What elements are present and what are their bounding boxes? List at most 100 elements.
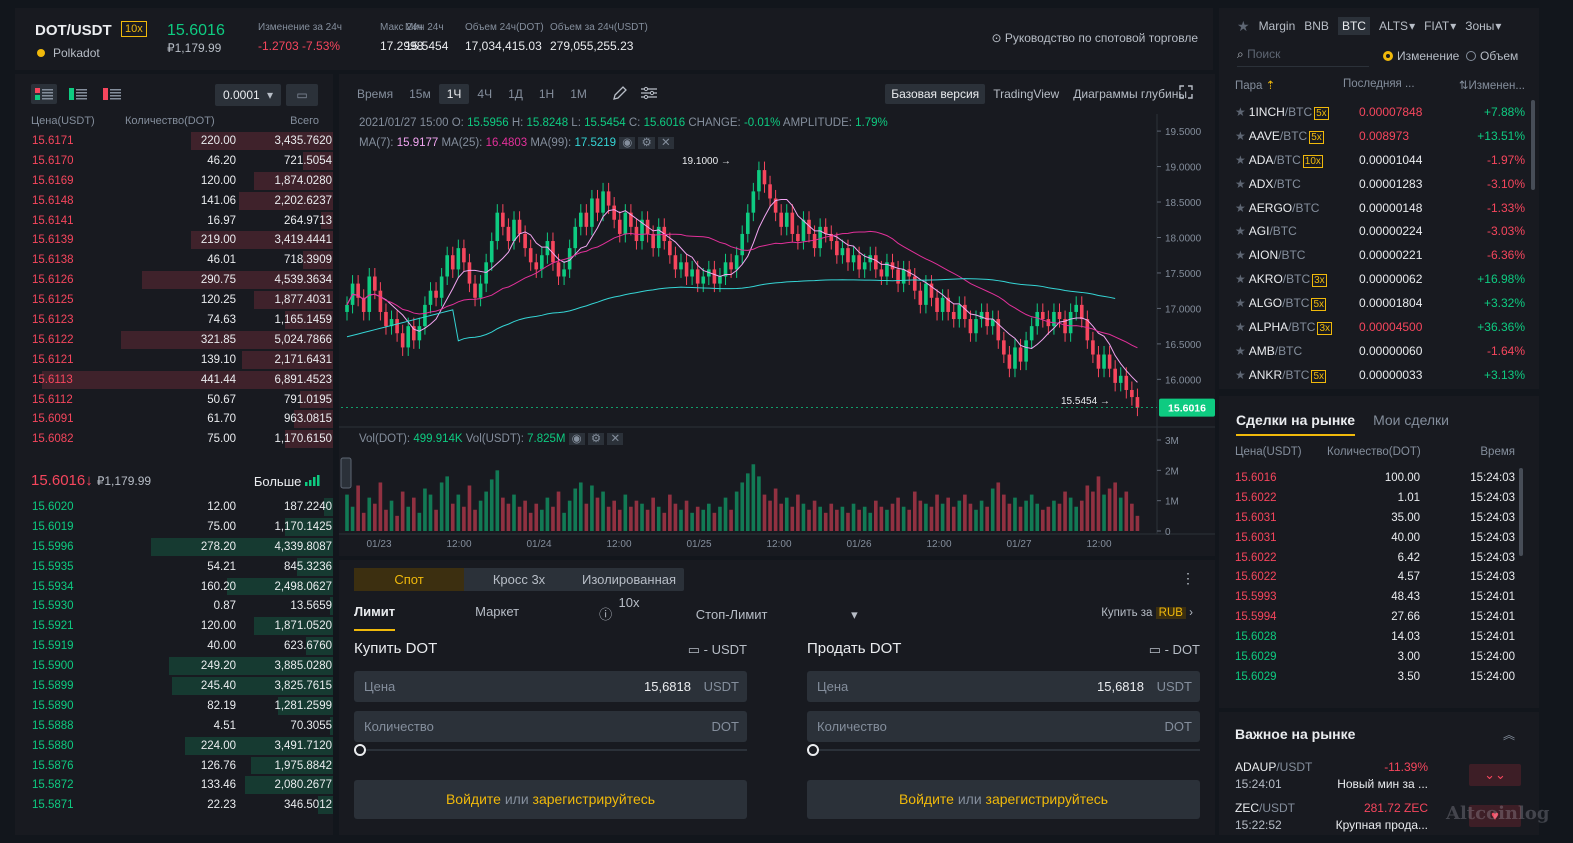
star-icon[interactable]: ★ [1235, 105, 1246, 119]
col-change[interactable]: ⇅Изменен... [1459, 78, 1525, 92]
collapse-icon[interactable]: ︽ [1503, 726, 1515, 743]
ask-row[interactable]: 15.6082 75.00 1,170.6150 [30, 429, 333, 449]
radio-volume[interactable]: Объем [1466, 49, 1518, 63]
ask-row[interactable]: 15.6122 321.85 5,024.7866 [30, 330, 333, 350]
book-both-icon[interactable] [31, 84, 57, 104]
bid-row[interactable]: 15.6019 75.00 1,170.1425 [30, 517, 333, 537]
eye-icon[interactable]: ◉ [619, 137, 636, 149]
market-tab[interactable]: BTC [1337, 17, 1370, 35]
market-row[interactable]: ★ ANKR/BTC 5x 0.00000033 +3.13% [1235, 363, 1525, 387]
star-icon[interactable]: ★ [1235, 224, 1246, 238]
market-tab[interactable]: FIAT [1424, 19, 1449, 33]
sell-login-button[interactable]: Войдите или зарегистрируйтесь [807, 780, 1200, 819]
star-icon[interactable]: ★ [1235, 296, 1246, 310]
bid-row[interactable]: 15.5900 249.20 3,885.0280 [30, 656, 333, 676]
market-row[interactable]: ★ ADA/BTC 10x 0.00001044 -1.97% [1235, 148, 1525, 172]
tab-market-trades[interactable]: Сделки на рынке [1236, 412, 1356, 436]
more-link[interactable]: Больше [254, 474, 321, 489]
spot-guide-link[interactable]: ⊙ Руководство по спотовой торговле [991, 31, 1198, 45]
star-icon[interactable]: ★ [1235, 320, 1246, 334]
market-search-input[interactable]: ⌕ Поиск [1237, 47, 1369, 67]
ask-row[interactable]: 15.6139 219.00 3,419.4441 [30, 230, 333, 250]
book-settings-button[interactable]: ▭ [286, 84, 318, 106]
ask-row[interactable]: 15.6091 61.70 963.0815 [30, 409, 333, 429]
register-link[interactable]: зарегистрируйтесь [986, 791, 1109, 807]
market-row[interactable]: ★ 1INCH/BTC 5x 0.00007848 +7.88% [1235, 100, 1525, 124]
market-row[interactable]: ★ AKRO/BTC 3x 0.00000062 +16.98% [1235, 267, 1525, 291]
more-vertical-icon[interactable]: ⋮ [1181, 570, 1195, 587]
slider-knob[interactable] [354, 744, 366, 756]
bid-row[interactable]: 15.5888 4.51 70.3055 [30, 716, 333, 736]
bid-row[interactable]: 15.5935 54.21 845.3236 [30, 557, 333, 577]
tab-market[interactable]: Маркет [475, 604, 519, 631]
market-row[interactable]: ★ AION/BTC 0.00000221 -6.36% [1235, 243, 1525, 267]
buy-with-rub-link[interactable]: Купить за RUB › [1101, 607, 1193, 619]
ask-row[interactable]: 15.6112 50.67 791.0195 [30, 390, 333, 410]
ask-row[interactable]: 15.6126 290.75 4,539.3634 [30, 270, 333, 290]
bid-row[interactable]: 15.5996 278.20 4,339.8087 [30, 537, 333, 557]
ask-row[interactable]: 15.6125 120.25 1,877.4031 [30, 290, 333, 310]
ask-row[interactable]: 15.6138 46.01 718.3909 [30, 250, 333, 270]
market-row[interactable]: ★ ADX/BTC 0.00001283 -3.10% [1235, 172, 1525, 196]
settings-icon[interactable]: ⚙ [638, 137, 655, 149]
market-row[interactable]: ★ ALPHA/BTC 3x 0.00004500 +36.36% [1235, 315, 1525, 339]
buy-amount-field[interactable]: Количество DOT [354, 711, 747, 742]
market-row[interactable]: ★ AERGO/BTC 0.00000148 -1.33% [1235, 196, 1525, 220]
bid-row[interactable]: 15.5872 133.46 2,080.2677 [30, 775, 333, 795]
star-icon[interactable]: ★ [1235, 344, 1246, 358]
bid-row[interactable]: 15.5921 120.00 1,871.0520 [30, 616, 333, 636]
buy-login-button[interactable]: Войдите или зарегистрируйтесь [354, 780, 747, 819]
tab-cross[interactable]: Кросс 3x [464, 568, 574, 591]
sell-price-field[interactable]: Цена 15,6818 USDT [807, 671, 1200, 702]
market-tab[interactable]: ALTS [1379, 19, 1408, 33]
bid-row[interactable]: 15.5876 126.76 1,975.8842 [30, 756, 333, 776]
bid-row[interactable]: 15.5899 245.40 3,825.7615 [30, 676, 333, 696]
ask-row[interactable]: 15.6121 139.10 2,171.6431 [30, 350, 333, 370]
col-last[interactable]: Последняя ... [1343, 78, 1415, 90]
bid-row[interactable]: 15.5919 40.00 623.6760 [30, 636, 333, 656]
star-icon[interactable]: ★ [1235, 129, 1246, 143]
slider-knob[interactable] [807, 744, 819, 756]
ask-row[interactable]: 15.6171 220.00 3,435.7620 [30, 131, 333, 151]
bid-row[interactable]: 15.5934 160.20 2,498.0627 [30, 577, 333, 597]
coin-name-link[interactable]: Polkadot [37, 46, 100, 60]
ask-row[interactable]: 15.6170 46.20 721.5054 [30, 151, 333, 171]
settings-icon[interactable]: ⚙ [587, 433, 605, 445]
market-tab[interactable]: Зоны [1465, 19, 1494, 33]
ask-row[interactable]: 15.6141 16.97 264.9713 [30, 211, 333, 231]
sell-amount-field[interactable]: Количество DOT [807, 711, 1200, 742]
market-row[interactable]: ★ AMB/BTC 0.00000060 -1.64% [1235, 339, 1525, 363]
star-icon[interactable]: ★ [1235, 177, 1246, 191]
star-icon[interactable]: ★ [1235, 201, 1246, 215]
tab-stop-limit[interactable]: ⓘ Стоп-Лимит ▾ [599, 604, 938, 631]
buy-price-field[interactable]: Цена 15,6818 USDT [354, 671, 747, 702]
star-icon[interactable]: ★ [1235, 248, 1246, 262]
bid-row[interactable]: 15.5890 82.19 1,281.2599 [30, 696, 333, 716]
sell-amount-slider[interactable] [807, 744, 1200, 756]
markets-scrollbar[interactable] [1531, 100, 1535, 190]
bid-row[interactable]: 15.6020 12.00 187.2240 [30, 497, 333, 517]
ask-row[interactable]: 15.6113 441.44 6,891.4523 [30, 370, 333, 390]
bid-row[interactable]: 15.5930 0.87 13.5659 [30, 596, 333, 616]
ask-row[interactable]: 15.6123 74.63 1,165.1459 [30, 310, 333, 330]
star-icon[interactable]: ★ [1237, 18, 1250, 35]
book-bids-icon[interactable] [65, 84, 91, 104]
close-icon[interactable]: ✕ [607, 433, 624, 445]
eye-icon[interactable]: ◉ [568, 433, 585, 445]
precision-select[interactable]: 0.0001 ▾ [215, 84, 281, 106]
star-icon[interactable]: ★ [1235, 153, 1246, 167]
market-row[interactable]: ★ ALGO/BTC 5x 0.00001804 +3.32% [1235, 291, 1525, 315]
market-row[interactable]: ★ AGI/BTC 0.00000224 -3.03% [1235, 219, 1525, 243]
symbol-title[interactable]: DOT/USDT [35, 22, 112, 39]
trades-scrollbar[interactable] [1519, 468, 1523, 556]
login-link[interactable]: Войдите [899, 791, 954, 807]
tab-spot[interactable]: Спот [354, 568, 464, 591]
tab-limit[interactable]: Лимит [354, 604, 396, 631]
col-pair[interactable]: Пара ⇡ [1235, 80, 1275, 92]
close-icon[interactable]: ✕ [658, 137, 674, 149]
star-icon[interactable]: ★ [1235, 368, 1246, 382]
tab-isolated[interactable]: Изолированная 10x [574, 568, 684, 610]
ask-row[interactable]: 15.6169 120.00 1,874.0280 [30, 171, 333, 191]
buy-amount-slider[interactable] [354, 744, 747, 756]
star-icon[interactable]: ★ [1235, 272, 1246, 286]
